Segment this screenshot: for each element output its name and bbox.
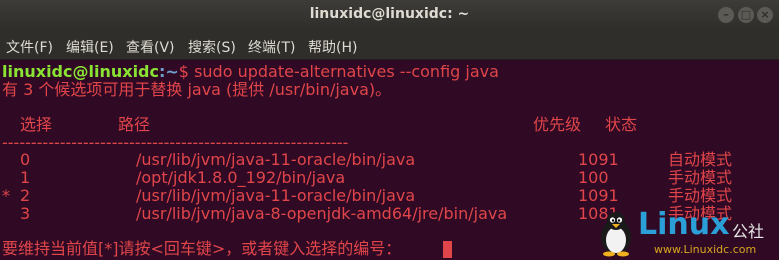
menu-help[interactable]: 帮助(H) — [308, 37, 357, 57]
row-path: /opt/jdk1.8.0_192/bin/java — [136, 168, 346, 187]
maximize-icon[interactable]: □ — [738, 7, 754, 23]
window-title: linuxidc@linuxidc: ~ — [309, 6, 470, 22]
prompt-symbol: $ — [178, 62, 189, 81]
watermark-url: www.Linuxidc.com — [654, 243, 757, 256]
header-selection: 选择 — [20, 115, 53, 134]
terminal-window: linuxidc@linuxidc: ~ – □ × 文件(F) 编辑(E) 查… — [0, 0, 779, 260]
row-path: /usr/lib/jvm/java-11-oracle/bin/java — [136, 150, 416, 169]
menu-bar: 文件(F) 编辑(E) 查看(V) 搜索(S) 终端(T) 帮助(H) — [0, 31, 779, 60]
row-marker: * — [2, 186, 10, 205]
prompt-command: sudo update-alternatives --config java — [188, 62, 499, 81]
row-status: 自动模式 — [668, 150, 733, 169]
row-priority: 1091 — [578, 186, 619, 205]
menu-edit[interactable]: 编辑(E) — [66, 37, 114, 57]
row-priority: 100 — [578, 168, 609, 187]
close-icon[interactable]: × — [757, 7, 773, 23]
prompt-line: linuxidc@linuxidc:~$ sudo update-alterna… — [2, 63, 499, 81]
menu-file[interactable]: 文件(F) — [6, 37, 53, 57]
menu-search[interactable]: 搜索(S) — [188, 37, 236, 57]
row-status: 手动模式 — [668, 186, 733, 205]
prompt-path: :~ — [158, 62, 179, 81]
watermark-word: Linux — [638, 207, 730, 242]
row-selection: 2 — [20, 186, 31, 205]
watermark-cn: 公社 — [732, 222, 765, 241]
header-status: 状态 — [605, 115, 638, 134]
row-selection: 1 — [20, 168, 31, 187]
row-selection: 3 — [20, 204, 31, 223]
menu-view[interactable]: 查看(V) — [126, 37, 175, 57]
input-prompt: 要维持当前值[*]请按<回车键>，或者键入选择的编号： — [2, 239, 402, 258]
prompt-user-host: linuxidc@linuxidc — [2, 62, 159, 81]
row-status: 手动模式 — [668, 168, 733, 187]
text-cursor[interactable] — [443, 241, 452, 258]
info-line: 有 3 个候选项可用于替换 java (提供 /usr/bin/java)。 — [2, 80, 392, 99]
menu-terminal[interactable]: 终端(T) — [248, 37, 295, 57]
row-path: /usr/lib/jvm/java-8-openjdk-amd64/jre/bi… — [136, 204, 508, 223]
header-priority: 优先级 — [533, 115, 582, 134]
row-priority: 1091 — [578, 150, 619, 169]
row-path: /usr/lib/jvm/java-11-oracle/bin/java — [136, 186, 416, 205]
penguin-icon — [601, 212, 631, 257]
row-selection: 0 — [20, 150, 31, 169]
minimize-icon[interactable]: – — [718, 7, 734, 23]
watermark-logo: Linux 公社 www.Linuxidc.com — [596, 207, 776, 259]
header-path: 路径 — [118, 115, 151, 134]
title-bar[interactable]: linuxidc@linuxidc: ~ – □ × — [0, 0, 779, 31]
